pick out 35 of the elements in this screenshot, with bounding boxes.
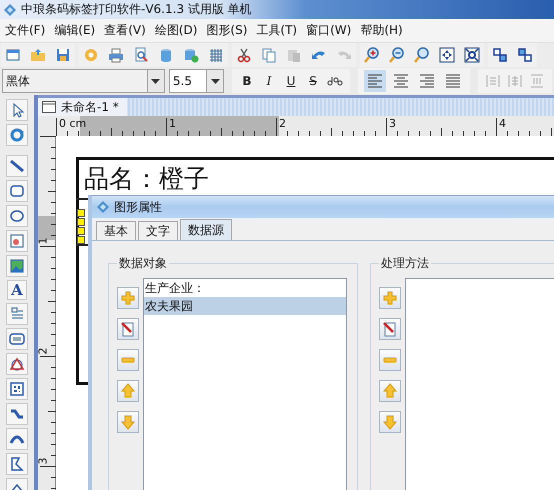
- menu-item[interactable]: 查看(V): [104, 22, 146, 39]
- ruler-label: 2: [38, 348, 50, 354]
- tab[interactable]: 文字: [138, 221, 178, 240]
- document-tab[interactable]: 未命名-1 *: [38, 98, 127, 116]
- menu-item[interactable]: 工具(T): [256, 22, 298, 39]
- tab[interactable]: 基本: [96, 221, 136, 240]
- bold-button[interactable]: B: [238, 71, 256, 91]
- group-title: 数据对象: [118, 255, 168, 272]
- group-title: 处理方法: [380, 255, 430, 272]
- list-item[interactable]: 生产企业：: [144, 279, 346, 297]
- list-box[interactable]: 生产企业： 农夫果园: [143, 278, 347, 490]
- dialog-title: 图形属性: [114, 198, 162, 216]
- window-title: 中琅条码标签打印软件-V6.1.3 试用版 单机: [21, 1, 252, 18]
- label-text: 品名：橙子: [84, 164, 209, 194]
- ruler-label: 4: [499, 118, 506, 130]
- ruler-label: 3: [38, 458, 50, 464]
- ruler-label: 0 cm: [59, 118, 86, 130]
- ruler-label: 2: [279, 118, 286, 130]
- strike-button[interactable]: S: [304, 71, 322, 91]
- menu-item[interactable]: 图形(S): [206, 22, 248, 39]
- list-item[interactable]: 农夫果园: [144, 297, 346, 315]
- ruler-label: 3: [389, 118, 396, 130]
- underline-button[interactable]: U: [282, 71, 300, 91]
- menu-item[interactable]: 绘图(D): [154, 22, 198, 39]
- menu-item[interactable]: 帮助(H): [360, 22, 403, 39]
- font-size-dropdown[interactable]: 5.5: [168, 69, 224, 93]
- text-tool-button[interactable]: A: [7, 280, 27, 300]
- menu-item[interactable]: 窗口(W): [306, 22, 352, 39]
- tab[interactable]: 数据源: [180, 219, 232, 240]
- ruler-label: 1: [38, 238, 50, 244]
- italic-button[interactable]: I: [260, 71, 278, 91]
- ruler-label: 1: [169, 118, 176, 130]
- menu-item[interactable]: 编辑(E): [54, 22, 96, 39]
- menu-item[interactable]: 文件(F): [5, 22, 46, 39]
- font-dropdown[interactable]: 黑体: [2, 69, 165, 93]
